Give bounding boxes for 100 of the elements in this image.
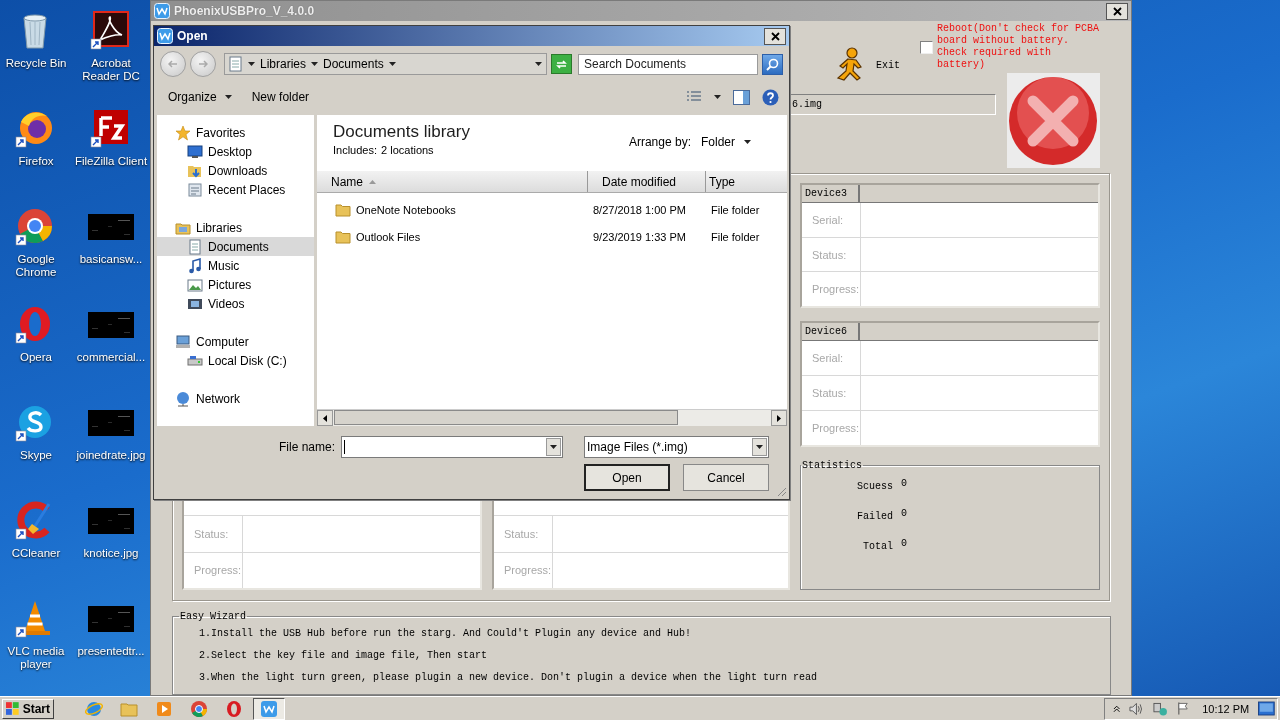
file-path-field[interactable]: 6.img	[790, 94, 996, 115]
file-type: File folder	[711, 204, 760, 216]
icon-label: Skype	[20, 449, 52, 462]
caret-icon	[756, 445, 763, 449]
nav-item[interactable]: Videos	[157, 294, 314, 313]
breadcrumb-item[interactable]: Documents	[311, 57, 384, 71]
checkbox[interactable]	[920, 41, 933, 54]
nav-item[interactable]: Documents	[157, 237, 314, 256]
file-type: File folder	[711, 231, 760, 243]
nav-item[interactable]: Music	[157, 256, 314, 275]
icon-label: Recycle Bin	[5, 57, 67, 70]
dialog-button[interactable]: Open	[584, 464, 670, 491]
back-button[interactable]	[160, 51, 186, 77]
locations-link[interactable]: 2 locations	[381, 144, 434, 156]
icon-label: commercial...	[76, 351, 146, 364]
column-header[interactable]: Name	[317, 171, 588, 192]
close-icon	[1112, 6, 1122, 16]
document-icon	[187, 238, 203, 255]
chevron-up-icon[interactable]	[1113, 704, 1121, 713]
row-label: Status:	[494, 516, 553, 552]
stat-value: 0	[901, 478, 908, 491]
computer-icon	[175, 333, 191, 350]
start-button[interactable]: Start	[2, 698, 54, 719]
nav-item[interactable]: Downloads	[157, 161, 314, 180]
icon-label: presentedtr...	[77, 645, 145, 658]
sort-arrow-icon	[369, 179, 376, 184]
caret-icon	[248, 62, 255, 66]
file-name: OneNote Notebooks	[356, 204, 456, 216]
arrow-right-icon	[777, 414, 781, 422]
clock[interactable]: 10:12 PM	[1202, 702, 1250, 715]
icon-label: VLC media player	[6, 645, 66, 671]
icon-label: CCleaner	[11, 547, 61, 560]
search-button[interactable]	[762, 53, 783, 75]
show-desktop-icon[interactable]	[1258, 701, 1275, 716]
taskbar-button[interactable]	[253, 697, 285, 720]
app-logo-icon	[157, 28, 173, 44]
nav-item[interactable]: Libraries	[157, 218, 314, 237]
search-field[interactable]: Search Documents	[578, 53, 758, 75]
row-label: Progress:	[802, 411, 861, 445]
file-date: 9/23/2019 1:33 PM	[593, 231, 686, 243]
acrobat-icon[interactable]	[90, 10, 132, 52]
window-title: PhoenixUSBPro_V_4.0.0	[174, 4, 316, 18]
toolbar-button[interactable]: New folder	[251, 90, 310, 104]
column-header[interactable]: Date modified	[588, 171, 706, 192]
nav-item[interactable]: Local Disk (C:)	[157, 351, 314, 370]
toolbar-button[interactable]: Organize	[168, 90, 232, 104]
flag-icon[interactable]	[1177, 701, 1190, 716]
nav-item[interactable]: Pictures	[157, 275, 314, 294]
column-header[interactable]: Type	[706, 171, 787, 192]
reboot-label: Reboot(Don't check for PCBA board without battery. Check required with battery)	[937, 23, 1101, 71]
nav-item[interactable]: Network	[157, 389, 314, 408]
speaker-icon[interactable]	[1129, 701, 1145, 716]
refresh-button[interactable]	[551, 54, 572, 74]
caret-icon	[744, 140, 751, 144]
windows-logo-icon	[6, 702, 20, 715]
file-row[interactable]: OneNote Notebooks 8/27/2018 1:00 PM File folder	[317, 199, 787, 221]
star-icon	[175, 124, 191, 141]
nav-item[interactable]: Computer	[157, 332, 314, 351]
icon-label: Acrobat Reader DC	[81, 57, 141, 83]
file-name-field[interactable]	[341, 436, 563, 458]
icon-label: Firefox	[18, 155, 54, 168]
scroll-right-button[interactable]	[771, 410, 787, 426]
folder-icon	[335, 203, 351, 217]
folder-icon	[335, 230, 351, 244]
document-icon	[229, 56, 243, 72]
file-row[interactable]: Outlook Files 9/23/2019 1:33 PM File folder	[317, 226, 787, 248]
arrange-dropdown[interactable]: Folder	[701, 135, 751, 149]
nav-item[interactable]: Desktop	[157, 142, 314, 161]
close-button[interactable]	[1106, 2, 1128, 20]
view-menu-button[interactable]	[714, 95, 721, 99]
help-button[interactable]	[762, 88, 779, 106]
address-bar[interactable]: Libraries Documents	[224, 53, 547, 75]
preview-pane-button[interactable]	[733, 89, 750, 105]
row-label: Serial:	[802, 341, 861, 375]
file-type-dropdown[interactable]: Image Files (*.img)	[584, 436, 769, 458]
network-icon[interactable]	[1153, 700, 1169, 717]
breadcrumb-item[interactable]: Libraries	[248, 57, 307, 71]
browser-icon	[84, 699, 103, 718]
app-logo-icon	[260, 699, 278, 718]
row-label: Serial:	[802, 203, 861, 237]
includes-label: Includes:	[333, 144, 378, 156]
stat-label: Scuess	[856, 481, 894, 494]
view-button[interactable]	[686, 90, 702, 104]
scroll-left-button[interactable]	[317, 410, 333, 426]
nav-item[interactable]: Favorites	[157, 123, 314, 142]
caret-icon	[714, 95, 721, 99]
close-button[interactable]	[764, 27, 786, 45]
exit-button[interactable]: Exit	[834, 47, 900, 83]
scroll-thumb[interactable]	[334, 410, 678, 425]
arrange-label: Arrange by:	[628, 135, 691, 149]
nav-item[interactable]: Recent Places	[157, 180, 314, 199]
scrollbar[interactable]	[317, 409, 787, 426]
resize-grip-icon[interactable]	[776, 486, 787, 497]
group-title: Statistics	[801, 460, 863, 471]
forward-button[interactable]	[190, 51, 216, 77]
row-label: Progress:	[494, 552, 553, 588]
dialog-button[interactable]: Cancel	[683, 464, 769, 491]
row-label: Progress:	[184, 552, 243, 588]
search-icon	[766, 57, 779, 71]
wizard-step: 3.When the light turn green, please plugin a new device. Don't plugin a device when the light turn read	[199, 672, 1110, 683]
